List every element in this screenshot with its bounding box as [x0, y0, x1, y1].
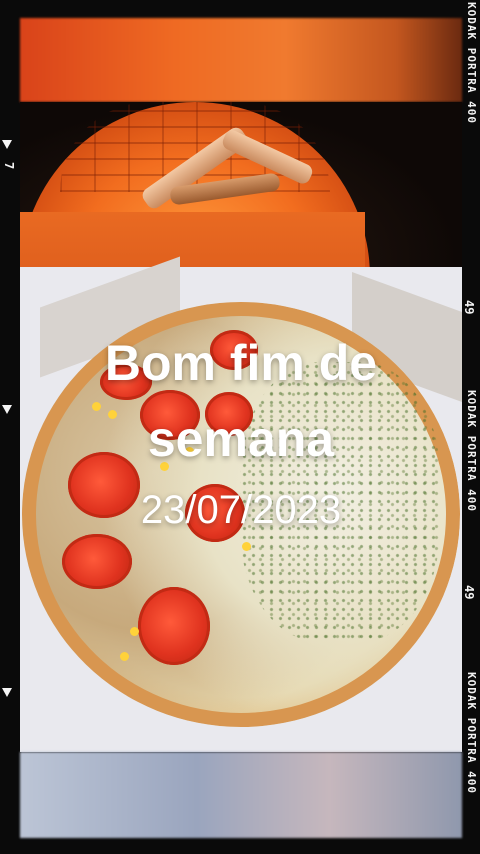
film-left-number: 7	[2, 162, 16, 170]
film-arrow-icon	[2, 405, 12, 414]
film-frame: Bom fim de semana 23/07/2023 KODAK PORTR…	[0, 0, 480, 854]
film-arrow-icon	[2, 688, 12, 697]
film-arrow-icon	[2, 140, 12, 149]
corn-kernel	[242, 542, 251, 551]
film-brand-label: KODAK PORTRA 400	[465, 2, 478, 124]
blurred-bottom-background	[20, 752, 462, 838]
date-label: 23/07/2023	[140, 488, 342, 532]
film-brand-label: KODAK PORTRA 400	[465, 672, 478, 794]
tomato-slice	[62, 534, 132, 589]
weekend-greeting-title: Bom fim de semana	[104, 335, 378, 467]
film-brand-label: KODAK PORTRA 400	[465, 390, 478, 512]
corn-kernel	[130, 627, 139, 636]
tomato-slice	[138, 587, 210, 665]
film-frame-number: 49	[462, 585, 476, 600]
corn-kernel	[120, 652, 129, 661]
blurred-top-background	[20, 18, 462, 102]
film-frame-number: 49	[462, 300, 476, 315]
